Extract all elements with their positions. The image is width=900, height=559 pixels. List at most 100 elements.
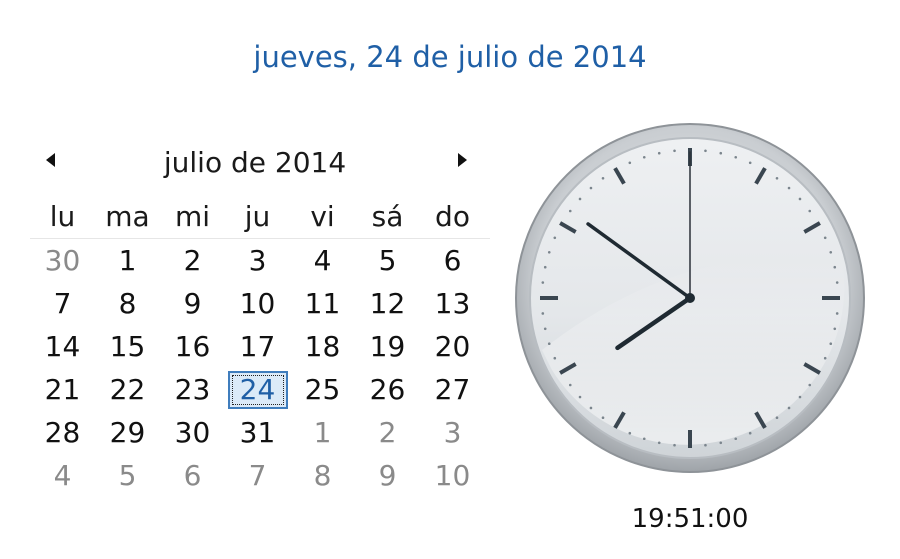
day-number: 10 [434,458,471,492]
calendar-day[interactable]: 9 [355,456,420,496]
calendar-day[interactable]: 10 [420,456,485,496]
week-row: 21 22 23 24 25 26 27 [30,368,490,411]
day-number: 7 [53,286,72,320]
calendar-day[interactable]: 20 [420,327,485,367]
minute-dot [642,437,646,441]
calendar-day[interactable]: 16 [160,327,225,367]
digital-time: 19:51:00 [631,504,749,534]
calendar-day[interactable]: 1 [290,413,355,453]
weekday-label: sá [371,199,404,233]
calendar-day[interactable]: 3 [420,413,485,453]
next-month-button[interactable] [450,148,474,172]
minute-dot [657,441,661,445]
day-number: 13 [434,286,471,320]
day-number: 18 [304,329,341,363]
calendar-day[interactable]: 9 [160,284,225,324]
calendar-day[interactable]: 10 [225,284,290,324]
calendar-day[interactable]: 30 [30,241,95,281]
calendar-day[interactable]: 4 [290,241,355,281]
calendar-day[interactable]: 5 [95,456,160,496]
minute-dot [673,149,676,153]
minute-dot [628,431,632,435]
minute-dot [835,312,839,315]
calendar-day[interactable]: 26 [355,370,420,410]
calendar-day[interactable]: 7 [30,284,95,324]
calendar-day[interactable]: 23 [160,370,225,410]
calendar-day[interactable]: 17 [225,327,290,367]
minute-dot [808,383,812,387]
day-number: 26 [369,372,406,406]
minute-dot [642,155,646,159]
clock-hub [685,293,695,303]
calendar-day[interactable]: 28 [30,413,95,453]
minute-dot [787,186,791,190]
calendar-day-today[interactable]: 24 [225,370,290,410]
calendar-day[interactable]: 4 [30,456,95,496]
day-number: 30 [44,243,81,277]
minute-dot [541,312,545,315]
weekday-label: ju [244,199,271,233]
month-title[interactable]: julio de 2014 [30,146,480,179]
long-date-link[interactable]: jueves, 24 de julio de 2014 [0,40,900,74]
day-number: 6 [183,458,202,492]
calendar-day[interactable]: 7 [225,456,290,496]
calendar-day[interactable]: 22 [95,370,160,410]
day-number: 19 [369,329,406,363]
minute-dot [704,149,707,153]
minute-dot [719,441,723,445]
analog-clock [512,120,868,476]
calendar-day[interactable]: 31 [225,413,290,453]
calendar-day[interactable]: 21 [30,370,95,410]
weekday-label: ma [105,199,150,233]
calendar-day[interactable]: 5 [355,241,420,281]
minute-dot [835,281,839,284]
calendar-day[interactable]: 30 [160,413,225,453]
minute-dot [829,342,833,346]
calendar-day[interactable]: 13 [420,284,485,324]
minute-dot [589,406,593,410]
calendar-day[interactable]: 6 [160,456,225,496]
day-number: 9 [378,458,397,492]
calendar-day[interactable]: 2 [355,413,420,453]
minute-dot [578,395,582,399]
day-number: 21 [44,372,81,406]
calendar-day[interactable]: 3 [225,241,290,281]
weekday-header-row: lu ma mi ju vi sá do [30,194,490,239]
day-number: 31 [239,415,276,449]
day-number: 24 [239,372,276,406]
minute-dot [578,197,582,201]
calendar: julio de 2014 lu ma mi ju vi sá do 30 1 2 3… [30,140,490,497]
minute-dot [808,209,812,213]
day-number: 28 [44,415,81,449]
day-number: 29 [109,415,146,449]
minute-dot [829,250,833,254]
day-number: 7 [248,458,267,492]
minute-dot [798,197,802,201]
calendar-day[interactable]: 8 [95,284,160,324]
week-row: 14 15 16 17 18 19 20 [30,325,490,368]
calendar-day[interactable]: 11 [290,284,355,324]
minute-dot [748,161,752,165]
minute-dot [673,443,676,447]
calendar-day[interactable]: 29 [95,413,160,453]
minute-dot [553,236,557,240]
day-number: 20 [434,329,471,363]
calendar-day[interactable]: 15 [95,327,160,367]
calendar-day[interactable]: 8 [290,456,355,496]
week-row: 4 5 6 7 8 9 10 [30,454,490,497]
day-number: 23 [174,372,211,406]
day-number: 12 [369,286,406,320]
calendar-day[interactable]: 14 [30,327,95,367]
calendar-day[interactable]: 12 [355,284,420,324]
minute-dot [775,416,779,420]
calendar-day[interactable]: 6 [420,241,485,281]
calendar-day[interactable]: 2 [160,241,225,281]
day-number: 1 [118,243,137,277]
calendar-day[interactable]: 1 [95,241,160,281]
calendar-day[interactable]: 27 [420,370,485,410]
calendar-day[interactable]: 19 [355,327,420,367]
calendar-day[interactable]: 18 [290,327,355,367]
minute-dot [823,236,827,240]
calendar-day[interactable]: 25 [290,370,355,410]
minute-dot [543,265,547,269]
